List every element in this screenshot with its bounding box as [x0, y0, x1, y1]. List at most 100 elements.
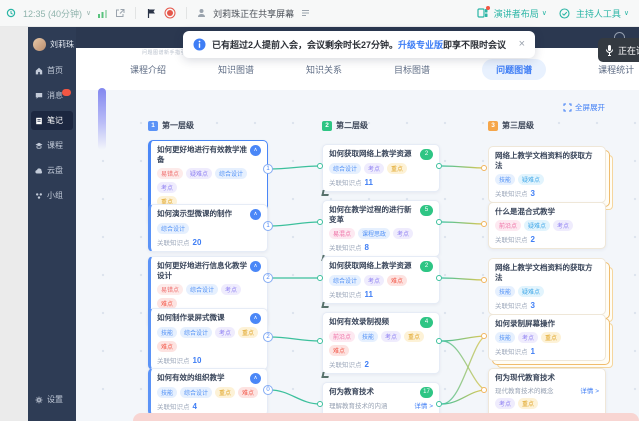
- connector-port[interactable]: [436, 401, 442, 407]
- page-note: 问题图谱新手指引: [142, 49, 186, 56]
- question-card[interactable]: 如何有效的组织教学∧技能综合设计重点难点关联知识点4: [148, 368, 268, 416]
- close-icon[interactable]: ×: [519, 39, 525, 50]
- layout-menu-button[interactable]: 演讲者布局: [494, 7, 539, 20]
- sidebar-item-云盘[interactable]: 云盘: [31, 161, 73, 180]
- column-3-header: 3 第三层级: [488, 120, 534, 131]
- related-kp-count: 3: [531, 301, 535, 310]
- connector-port[interactable]: 2: [263, 273, 273, 283]
- question-card[interactable]: 如何演示型微课的制作∧综合设计关联知识点20: [148, 204, 268, 252]
- tag: 易错点: [157, 168, 183, 179]
- question-card[interactable]: 什么是混合式教学前沿点疑难点考点关联知识点2: [488, 202, 606, 249]
- sidebar-item-settings[interactable]: 设置: [31, 390, 73, 409]
- connector-port[interactable]: [317, 163, 323, 169]
- related-kp-count: 8: [365, 243, 369, 252]
- question-card[interactable]: 如何有效录制视频4前沿点技能考点重点难点关联知识点2: [322, 312, 440, 374]
- card-title: 如何录制屏幕操作: [495, 319, 599, 329]
- tag: 综合设计: [329, 163, 361, 174]
- tab-目标图谱[interactable]: 目标图谱: [394, 63, 430, 76]
- connector-port[interactable]: [436, 163, 442, 169]
- count-badge: 5: [420, 205, 433, 216]
- card-title: 如何有效的组织教学: [157, 373, 248, 383]
- detail-link[interactable]: 详情 >: [580, 385, 599, 395]
- course-icon: [35, 142, 43, 150]
- question-card[interactable]: 如何获取网络上教学资源2综合设计考点难点关联知识点11: [322, 256, 440, 304]
- list-icon[interactable]: [301, 9, 310, 17]
- tag: 技能: [157, 327, 177, 338]
- sidebar-item-笔记[interactable]: 笔记: [31, 111, 73, 130]
- connector-port[interactable]: 2: [263, 332, 273, 342]
- tag: 前沿点: [329, 331, 355, 342]
- sidebar-item-小组[interactable]: 小组: [31, 186, 73, 205]
- tag: 重点: [541, 332, 561, 343]
- upgrade-link[interactable]: 升级专业版: [398, 40, 443, 50]
- connector-port[interactable]: 1: [263, 221, 273, 231]
- card-title: 如何制作录屏式微课: [157, 313, 248, 323]
- user-profile[interactable]: 刘莉珠: [28, 27, 76, 59]
- collapse-button[interactable]: ∧: [250, 145, 261, 156]
- related-kp-count: 11: [365, 290, 373, 299]
- connector-port[interactable]: [481, 333, 487, 339]
- related-kp-label: 关联知识点: [329, 289, 362, 299]
- record-button[interactable]: [164, 7, 176, 19]
- scroll-indicator[interactable]: [98, 88, 106, 150]
- question-card[interactable]: 如何录制屏幕操作技能考点重点关联知识点1: [488, 314, 606, 361]
- connector-port[interactable]: [436, 338, 442, 344]
- connector-port[interactable]: 1: [263, 164, 273, 174]
- tag: 疑难点: [524, 220, 550, 231]
- open-external-icon[interactable]: [115, 8, 125, 18]
- collapse-button[interactable]: ∧: [250, 373, 261, 384]
- question-card[interactable]: 如何在教学过程的进行新变革5易混点课程思政考点关联知识点8: [322, 200, 440, 257]
- connector-port[interactable]: 0: [263, 385, 273, 395]
- tab-课程介绍[interactable]: 课程介绍: [130, 63, 166, 76]
- card-subtitle: 现代教育技术的概念: [495, 385, 554, 395]
- tag: 易错点: [157, 284, 183, 295]
- related-kp-count: 11: [365, 178, 373, 187]
- network-signal-icon: [98, 9, 108, 18]
- sidebar-item-消息[interactable]: 消息: [31, 86, 73, 105]
- related-kp-label: 关联知识点: [495, 234, 528, 244]
- collapse-button[interactable]: ∧: [250, 209, 261, 220]
- count-badge: 17: [420, 387, 433, 398]
- card-title: 什么是混合式教学: [495, 207, 599, 217]
- fullscreen-toggle[interactable]: 全屏展开: [563, 102, 605, 113]
- collapse-button[interactable]: ∧: [250, 313, 261, 324]
- collapse-button[interactable]: ∧: [250, 261, 261, 272]
- connector-port[interactable]: [481, 387, 487, 393]
- meeting-toolbar: 12:35 (40分钟) ∨ 刘莉珠正在共享屏幕 演讲者布局: [0, 0, 639, 27]
- host-tools-button[interactable]: 主持人工具: [576, 7, 621, 20]
- tag: 难点: [157, 298, 177, 309]
- cloud-icon: [35, 167, 43, 175]
- tag: 难点: [329, 345, 349, 356]
- connector-port[interactable]: [317, 275, 323, 281]
- question-card[interactable]: 网络上教学文档资料的获取方法技能疑难点关联知识点3: [488, 258, 606, 315]
- connector-port[interactable]: [481, 165, 487, 171]
- connector-port[interactable]: [317, 338, 323, 344]
- connector-port[interactable]: [317, 401, 323, 407]
- detail-link[interactable]: 详情 >: [414, 400, 433, 410]
- info-icon: [193, 38, 206, 51]
- question-card[interactable]: 如何制作录屏式微课∧技能综合设计考点重点难点关联知识点10: [148, 308, 268, 370]
- connector-port[interactable]: [481, 221, 487, 227]
- connector-port[interactable]: [436, 275, 442, 281]
- presenter-icon: [197, 8, 206, 18]
- question-card[interactable]: 网络上教学文档资料的获取方法技能疑难点关联知识点3: [488, 146, 606, 203]
- tag: 难点: [387, 275, 407, 286]
- home-icon: [35, 67, 43, 75]
- sidebar-item-首页[interactable]: 首页: [31, 61, 73, 80]
- flag-logo-icon[interactable]: [146, 8, 157, 19]
- sidebar: 刘莉珠 首页消息笔记课程云盘小组 设置: [28, 27, 76, 421]
- connector-port[interactable]: [317, 219, 323, 225]
- connector-port[interactable]: [481, 277, 487, 283]
- question-card[interactable]: 如何获取网络上教学资源2综合设计考点重点关联知识点11: [322, 144, 440, 192]
- tag: 综合设计: [186, 284, 218, 295]
- tab-课程统计[interactable]: 课程统计: [598, 63, 634, 76]
- tag: 考点: [157, 182, 177, 193]
- connector-port[interactable]: [436, 219, 442, 225]
- tab-知识关系[interactable]: 知识关系: [306, 63, 342, 76]
- tab-问题图谱[interactable]: 问题图谱: [482, 59, 546, 80]
- tab-知识图谱[interactable]: 知识图谱: [218, 63, 254, 76]
- card-title: 网络上教学文档资料的获取方法: [495, 263, 599, 283]
- sidebar-item-课程[interactable]: 课程: [31, 136, 73, 155]
- notification-dot: [486, 6, 490, 10]
- meeting-timer[interactable]: 12:35 (40分钟): [23, 7, 82, 20]
